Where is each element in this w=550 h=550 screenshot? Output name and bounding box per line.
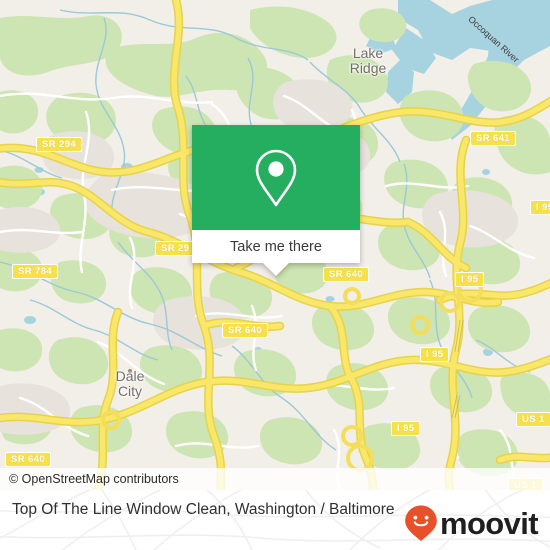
moovit-wordmark: moovit xyxy=(439,505,539,541)
road-shield-sr640-c[interactable]: SR 640 xyxy=(5,452,52,467)
popup-image-area xyxy=(192,125,360,230)
road-shield-sr29[interactable]: SR 29 xyxy=(155,241,196,256)
place-label-dale-city: Dale City xyxy=(115,368,145,399)
map-canvas[interactable]: Lake Ridge Dale City Occoquan River SR 2… xyxy=(0,0,550,490)
moovit-pin-smile-icon xyxy=(405,505,437,541)
road-shield-i95-d[interactable]: I 95 xyxy=(391,421,421,436)
screenshot-root: Lake Ridge Dale City Occoquan River SR 2… xyxy=(0,0,550,550)
place-label-lake-ridge: Lake Ridge xyxy=(349,45,387,76)
location-popup[interactable]: Take me there xyxy=(192,125,360,276)
page-title: Top Of The Line Window Clean, Washington… xyxy=(12,501,395,518)
take-me-there-button[interactable]: Take me there xyxy=(192,230,360,263)
map-pin-icon xyxy=(255,149,297,206)
moovit-brand: moovit xyxy=(403,504,539,542)
road-shield-sr640-a[interactable]: SR 640 xyxy=(323,267,370,282)
take-me-there-label: Take me there xyxy=(230,238,322,255)
road-shield-sr641[interactable]: SR 641 xyxy=(470,131,517,146)
footer-bar: Top Of The Line Window Clean, Washington… xyxy=(0,490,550,550)
popup-tail xyxy=(263,263,289,276)
road-shield-us1-a[interactable]: US 1 xyxy=(516,412,550,427)
road-shield-sr784[interactable]: SR 784 xyxy=(12,264,59,279)
road-shield-i95-a[interactable]: I 95 xyxy=(455,272,485,287)
map-attribution[interactable]: © OpenStreetMap contributors xyxy=(0,468,550,490)
road-shield-sr294[interactable]: SR 294 xyxy=(36,137,83,152)
road-shield-i95-c[interactable]: I 95 xyxy=(420,347,450,362)
road-shield-sr640-b[interactable]: SR 640 xyxy=(222,323,269,338)
road-shield-i95-b[interactable]: I 95 xyxy=(530,200,550,215)
